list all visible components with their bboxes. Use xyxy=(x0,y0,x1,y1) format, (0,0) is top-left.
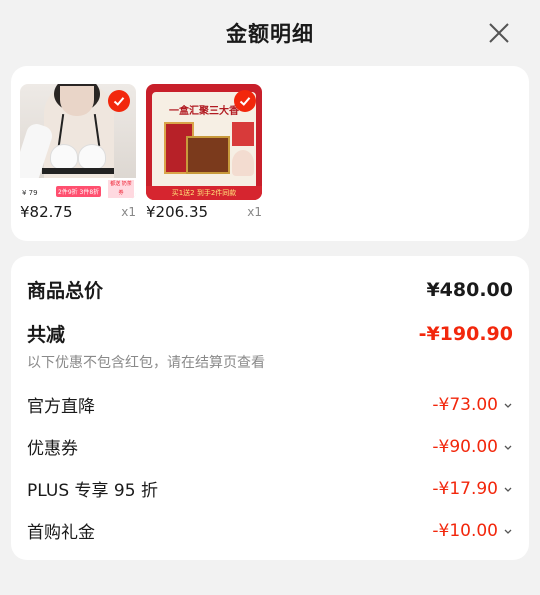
chevron-down-icon[interactable] xyxy=(503,484,513,494)
product-item[interactable]: 一盒汇聚三大香 买1送2 到手2件同款 ¥206.35 x1 xyxy=(146,84,264,221)
header: 金额明细 xyxy=(0,0,540,66)
discount-label: 首购礼金 xyxy=(27,523,95,543)
image-footer-promo: 买1送2 到手2件同款 xyxy=(146,186,262,200)
reduce-value: -¥190.90 xyxy=(418,322,513,345)
products-card: ¥ 79 2件9折 3件8折 都送 奶茶券 ¥82.75 x1 一盒汇聚三大香 xyxy=(11,66,529,241)
amount-detail-card: 商品总价 ¥480.00 共减 -¥190.90 以下优惠不包含红包，请在结算页… xyxy=(11,256,529,560)
total-value: ¥480.00 xyxy=(426,278,513,301)
image-price-tag: ¥ 79 xyxy=(22,189,38,197)
image-banner: 一盒汇聚三大香 xyxy=(169,106,239,117)
discount-row[interactable]: 首购礼金 -¥10.00 xyxy=(27,518,513,543)
discount-value: -¥90.00 xyxy=(432,436,498,457)
product-item[interactable]: ¥ 79 2件9折 3件8折 都送 奶茶券 ¥82.75 x1 xyxy=(20,84,138,221)
selected-check[interactable] xyxy=(108,90,130,112)
reduce-label: 共减 xyxy=(27,324,66,346)
discount-label: 官方直降 xyxy=(27,397,95,417)
product-quantity: x1 xyxy=(247,205,262,219)
discount-row[interactable]: 优惠券 -¥90.00 xyxy=(27,434,513,459)
page-title: 金额明细 xyxy=(226,22,314,46)
product-price: ¥82.75 xyxy=(20,203,73,221)
image-promo-tag: 2件9折 3件8折 xyxy=(56,186,102,197)
close-button[interactable] xyxy=(486,20,512,46)
total-row: 商品总价 ¥480.00 xyxy=(27,276,513,303)
discount-value: -¥10.00 xyxy=(432,520,498,541)
product-price: ¥206.35 xyxy=(146,203,209,221)
chevron-down-icon[interactable] xyxy=(503,526,513,536)
product-image[interactable]: 一盒汇聚三大香 买1送2 到手2件同款 xyxy=(146,84,262,200)
total-label: 商品总价 xyxy=(27,280,104,302)
discount-note: 以下优惠不包含红包，请在结算页查看 xyxy=(27,355,265,371)
discount-value: -¥73.00 xyxy=(432,394,498,415)
product-quantity: x1 xyxy=(121,205,136,219)
reduce-row: 共减 -¥190.90 xyxy=(27,320,513,347)
discount-label: 优惠券 xyxy=(27,439,78,459)
check-icon xyxy=(239,97,251,106)
image-gift-tag: 都送 奶茶券 xyxy=(108,180,134,198)
product-image[interactable]: ¥ 79 2件9折 3件8折 都送 奶茶券 xyxy=(20,84,136,200)
chevron-down-icon[interactable] xyxy=(503,400,513,410)
discount-label: PLUS 专享 95 折 xyxy=(27,481,158,501)
chevron-down-icon[interactable] xyxy=(503,442,513,452)
discount-row[interactable]: 官方直降 -¥73.00 xyxy=(27,392,513,417)
product-image-footer: ¥ 79 2件9折 3件8折 都送 奶茶券 xyxy=(20,178,136,200)
check-icon xyxy=(113,97,125,106)
discount-value: -¥17.90 xyxy=(432,478,498,499)
close-icon xyxy=(489,23,509,43)
selected-check[interactable] xyxy=(234,90,256,112)
discount-row[interactable]: PLUS 专享 95 折 -¥17.90 xyxy=(27,476,513,501)
